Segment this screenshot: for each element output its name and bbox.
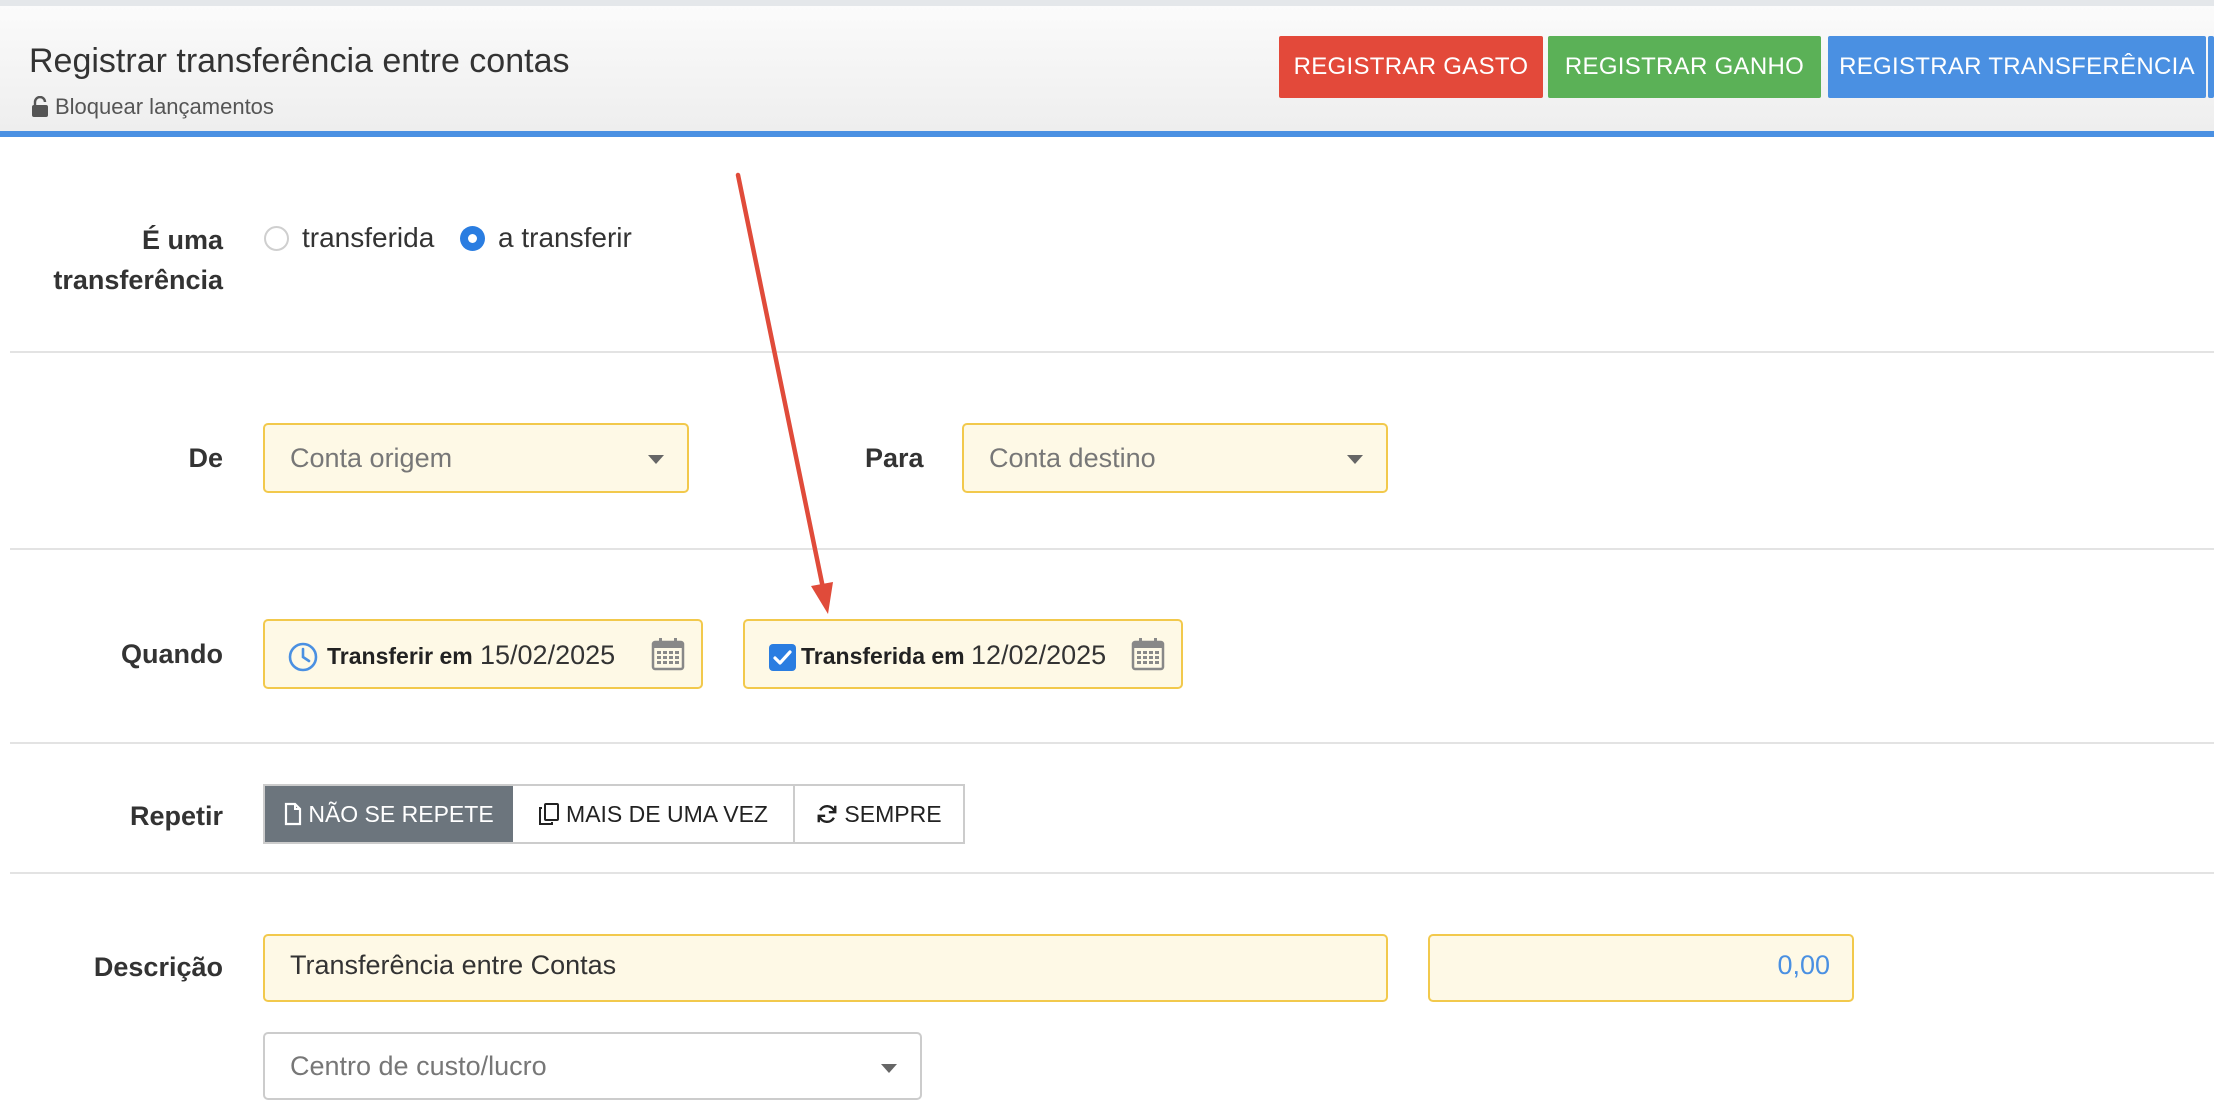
status-label-line1: É uma — [141, 225, 223, 255]
to-account-placeholder: Conta destino — [989, 443, 1156, 473]
repeat-option-always-label: SEMPRE — [844, 800, 942, 827]
description-label: Descrição — [93, 952, 223, 982]
chevron-down-icon — [1347, 455, 1363, 464]
lock-icon — [32, 96, 48, 117]
register-expense-button[interactable]: REGISTRAR GASTO — [1279, 36, 1543, 98]
page-title: Registrar transferência entre contas — [29, 42, 570, 80]
repeat-option-always[interactable]: SEMPRE — [795, 786, 963, 842]
clock-icon — [288, 642, 318, 672]
chevron-down-icon — [648, 455, 664, 464]
to-label: Para — [865, 443, 924, 473]
repeat-segmented-control: NÃO SE REPETE MAIS DE UMA VEZ SEMPRE — [263, 784, 965, 844]
transferred-date-label: Transferida em — [801, 643, 965, 669]
cost-center-select[interactable]: Centro de custo/lucro — [263, 1032, 922, 1100]
from-label: De — [188, 443, 223, 473]
status-label-line2: transferência — [53, 265, 223, 295]
to-account-select[interactable]: Conta destino — [962, 423, 1388, 493]
calendar-icon[interactable] — [1130, 636, 1166, 672]
copy-icon — [539, 803, 560, 825]
cost-center-placeholder: Centro de custo/lucro — [290, 1051, 547, 1081]
divider — [10, 872, 2214, 874]
radio-to-transfer-label[interactable]: a transferir — [498, 222, 632, 254]
description-value: Transferência entre Contas — [290, 950, 617, 980]
from-account-select[interactable]: Conta origem — [263, 423, 689, 493]
chevron-down-icon — [881, 1064, 897, 1073]
amount-input[interactable]: 0,00 — [1428, 934, 1854, 1002]
repeat-label: Repetir — [129, 801, 223, 831]
radio-transferred-label[interactable]: transferida — [302, 222, 434, 254]
divider — [10, 548, 2214, 550]
transferred-date-value: 12/02/2025 — [971, 640, 1107, 670]
amount-value: 0,00 — [1777, 950, 1830, 980]
scheduled-date-field[interactable]: Transferir em 15/02/2025 — [263, 619, 703, 689]
transferred-date-field[interactable]: Transferida em 12/02/2025 — [743, 619, 1183, 689]
repeat-option-none-label: NÃO SE REPETE — [308, 800, 494, 827]
when-label: Quando — [121, 639, 223, 669]
description-input[interactable]: Transferência entre Contas — [263, 934, 1388, 1002]
repeat-option-none[interactable]: NÃO SE REPETE — [265, 786, 513, 842]
calendar-icon[interactable] — [650, 636, 686, 672]
file-icon — [285, 802, 302, 826]
scheduled-date-label: Transferir em — [327, 643, 473, 669]
scheduled-date-value: 15/02/2025 — [480, 640, 616, 670]
divider — [10, 351, 2214, 353]
from-account-placeholder: Conta origem — [290, 443, 453, 473]
divider — [10, 742, 2214, 744]
lock-entries-label: Bloquear lançamentos — [55, 94, 274, 119]
repeat-option-multiple[interactable]: MAIS DE UMA VEZ — [513, 786, 795, 842]
header-overflow-button[interactable] — [2208, 36, 2214, 98]
register-transfer-button[interactable]: REGISTRAR TRANSFERÊNCIA — [1828, 36, 2206, 98]
page-header: Registrar transferência entre contas Blo… — [0, 6, 2214, 137]
refresh-icon — [817, 804, 837, 824]
radio-to-transfer[interactable] — [460, 226, 485, 251]
radio-transferred[interactable] — [264, 226, 289, 251]
transferred-checkbox[interactable] — [769, 644, 796, 671]
status-label: É uma transferência — [53, 220, 223, 300]
lock-entries-link[interactable]: Bloquear lançamentos — [30, 94, 274, 120]
repeat-option-multiple-label: MAIS DE UMA VEZ — [566, 800, 768, 827]
register-income-button[interactable]: REGISTRAR GANHO — [1548, 36, 1821, 98]
